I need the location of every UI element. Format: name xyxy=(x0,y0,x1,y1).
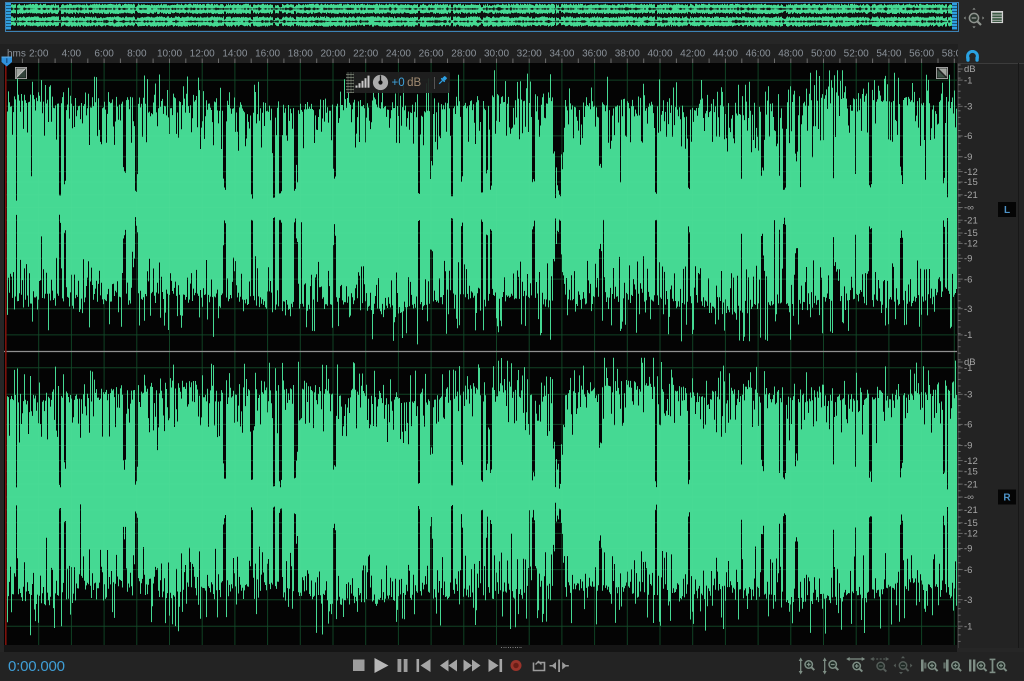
svg-text:R: R xyxy=(1003,493,1011,504)
svg-text:-9: -9 xyxy=(964,441,972,452)
svg-text:40:00: 40:00 xyxy=(647,49,672,60)
svg-text:34:00: 34:00 xyxy=(549,49,574,60)
svg-text:56:00: 56:00 xyxy=(909,49,934,60)
svg-text:-6: -6 xyxy=(964,131,972,142)
svg-text:-3: -3 xyxy=(964,595,972,606)
svg-text:dB: dB xyxy=(964,64,976,75)
svg-text:-15: -15 xyxy=(964,177,978,188)
svg-text:8:00: 8:00 xyxy=(127,49,147,60)
svg-text:-∞: -∞ xyxy=(964,492,974,503)
svg-text:42:00: 42:00 xyxy=(680,49,705,60)
svg-text:16:00: 16:00 xyxy=(255,49,280,60)
svg-text:-1: -1 xyxy=(964,75,972,86)
svg-text:2:00: 2:00 xyxy=(29,49,49,60)
svg-text:36:00: 36:00 xyxy=(582,49,607,60)
svg-text:-∞: -∞ xyxy=(964,203,974,214)
svg-text:24:00: 24:00 xyxy=(386,49,411,60)
svg-text:20:00: 20:00 xyxy=(320,49,345,60)
svg-text:-21: -21 xyxy=(964,215,978,226)
svg-text:46:00: 46:00 xyxy=(746,49,771,60)
svg-text:52:00: 52:00 xyxy=(844,49,869,60)
svg-text:10:00: 10:00 xyxy=(157,49,182,60)
svg-text:-15: -15 xyxy=(964,228,978,239)
svg-text:L: L xyxy=(1004,205,1010,216)
svg-text:-15: -15 xyxy=(964,466,978,477)
svg-text:-15: -15 xyxy=(964,518,978,529)
svg-text:14:00: 14:00 xyxy=(222,49,247,60)
svg-text:-12: -12 xyxy=(964,529,978,540)
svg-text:-6: -6 xyxy=(964,420,972,431)
svg-text:-3: -3 xyxy=(964,102,972,113)
svg-text:-9: -9 xyxy=(964,544,972,555)
svg-text:-21: -21 xyxy=(964,505,978,516)
svg-text:-3: -3 xyxy=(964,390,972,401)
svg-text:30:00: 30:00 xyxy=(484,49,509,60)
svg-text:-12: -12 xyxy=(964,167,978,178)
svg-text:44:00: 44:00 xyxy=(713,49,738,60)
svg-text:-1: -1 xyxy=(964,363,972,374)
svg-text:4:00: 4:00 xyxy=(62,49,82,60)
svg-text:54:00: 54:00 xyxy=(876,49,901,60)
svg-text:50:00: 50:00 xyxy=(811,49,836,60)
svg-text:28:00: 28:00 xyxy=(451,49,476,60)
svg-text:32:00: 32:00 xyxy=(517,49,542,60)
svg-text:-6: -6 xyxy=(964,565,972,576)
svg-text:-1: -1 xyxy=(964,330,972,341)
svg-text:-6: -6 xyxy=(964,274,972,285)
svg-text:-12: -12 xyxy=(964,239,978,250)
svg-text:-9: -9 xyxy=(964,152,972,163)
svg-text:58:00: 58:00 xyxy=(942,49,958,60)
svg-text:12:00: 12:00 xyxy=(190,49,215,60)
svg-text:38:00: 38:00 xyxy=(615,49,640,60)
svg-text:22:00: 22:00 xyxy=(353,49,378,60)
svg-text:18:00: 18:00 xyxy=(288,49,313,60)
svg-text:48:00: 48:00 xyxy=(778,49,803,60)
svg-text:-3: -3 xyxy=(964,304,972,315)
svg-text:26:00: 26:00 xyxy=(419,49,444,60)
svg-text:-12: -12 xyxy=(964,456,978,467)
svg-text:-9: -9 xyxy=(964,254,972,265)
svg-text:-21: -21 xyxy=(964,479,978,490)
svg-text:-21: -21 xyxy=(964,190,978,201)
svg-text:-1: -1 xyxy=(964,621,972,632)
svg-text:6:00: 6:00 xyxy=(94,49,114,60)
